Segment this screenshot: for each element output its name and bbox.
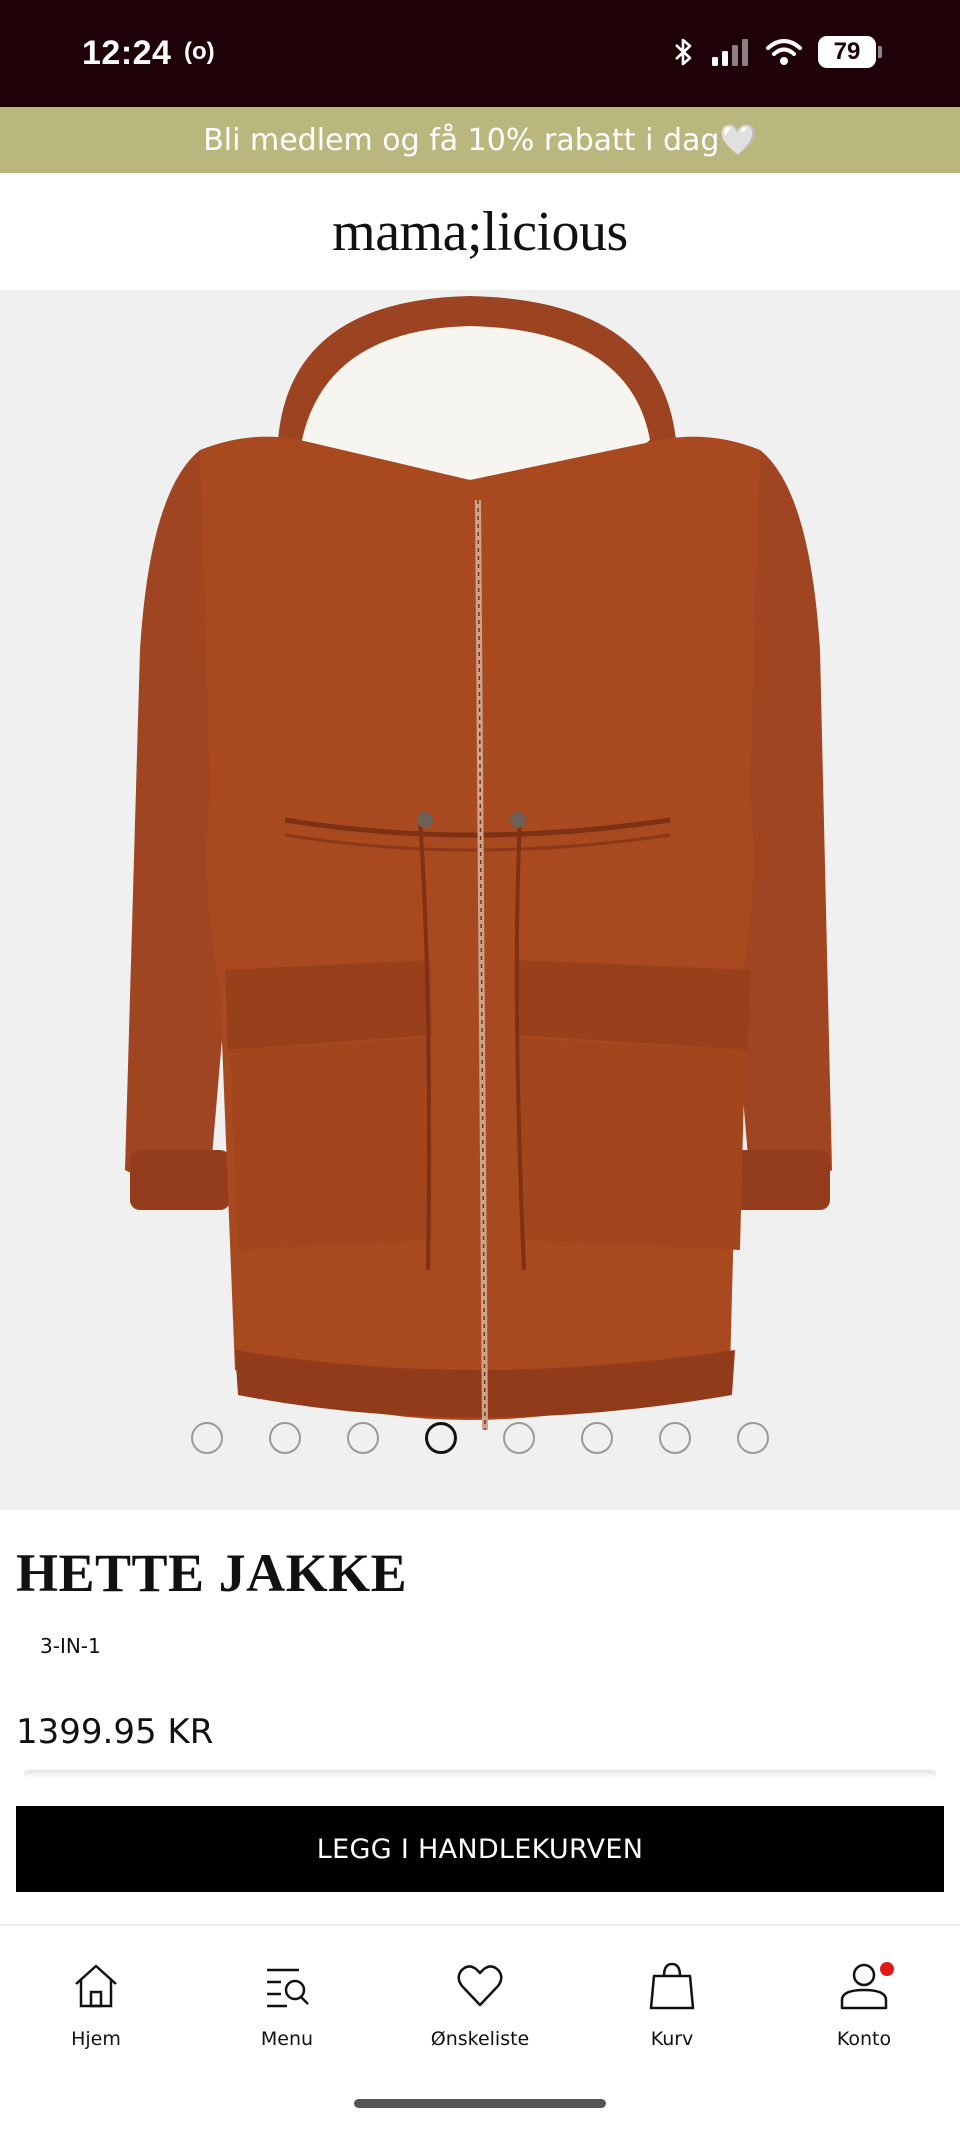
product-subtitle: 3-IN-1 [40,1634,101,1658]
carousel-dot[interactable] [737,1422,769,1454]
nav-label-home: Hjem [71,2028,121,2050]
carousel-dot[interactable] [347,1422,379,1454]
battery-indicator: 79 [818,36,882,68]
carousel-dot[interactable] [191,1422,223,1454]
carousel-dots [0,1422,960,1454]
home-indicator [354,2099,606,2108]
nav-item-home[interactable]: Hjem [16,1958,176,2050]
carousel-dot[interactable] [503,1422,535,1454]
nav-label-cart: Kurv [650,2028,694,2050]
add-to-cart-button[interactable]: LEGG I HANDLEKURVEN [16,1806,944,1892]
product-image-carousel[interactable] [0,290,960,1510]
bluetooth-icon [675,38,692,66]
wifi-icon [766,39,802,65]
shopping-bag-icon [649,1962,695,2010]
product-price: 1399.95 KR [16,1712,214,1752]
status-bar: 12:24 (o) 79 [0,0,960,107]
carousel-dot[interactable] [659,1422,691,1454]
carousel-dot[interactable] [581,1422,613,1454]
brand-logo[interactable]: mama;licious [332,200,628,264]
nav-label-account: Konto [836,2028,892,2050]
nav-item-menu[interactable]: Menu [207,1958,367,2050]
notification-badge [880,1962,894,1976]
battery-nub [878,46,882,58]
home-icon [75,1964,117,2008]
carousel-dot[interactable] [269,1422,301,1454]
menu-search-icon [267,1968,309,2008]
status-time: 12:24 [82,34,172,72]
nav-item-wishlist[interactable]: Ønskeliste [400,1958,560,2050]
status-icons: 79 [670,36,882,68]
product-title: HETTE JAKKE [16,1543,408,1603]
battery-level: 79 [818,36,876,68]
hooded-parka-jacket-image [125,296,832,1431]
divider [24,1770,936,1778]
nav-label-wishlist: Ønskeliste [430,2028,530,2050]
nav-item-cart[interactable]: Kurv [592,1958,752,2050]
heart-icon [457,1965,503,2007]
nav-label-menu: Menu [260,2028,314,2050]
carousel-dot[interactable] [425,1422,457,1454]
membership-promo-banner[interactable]: Bli medlem og få 10% rabatt i dag🤍 [0,107,960,173]
header: mama;licious [0,173,960,290]
cellular-signal-icon [712,39,748,66]
nav-item-account[interactable]: Konto [784,1958,944,2050]
location-indicator: (o) [184,38,215,65]
